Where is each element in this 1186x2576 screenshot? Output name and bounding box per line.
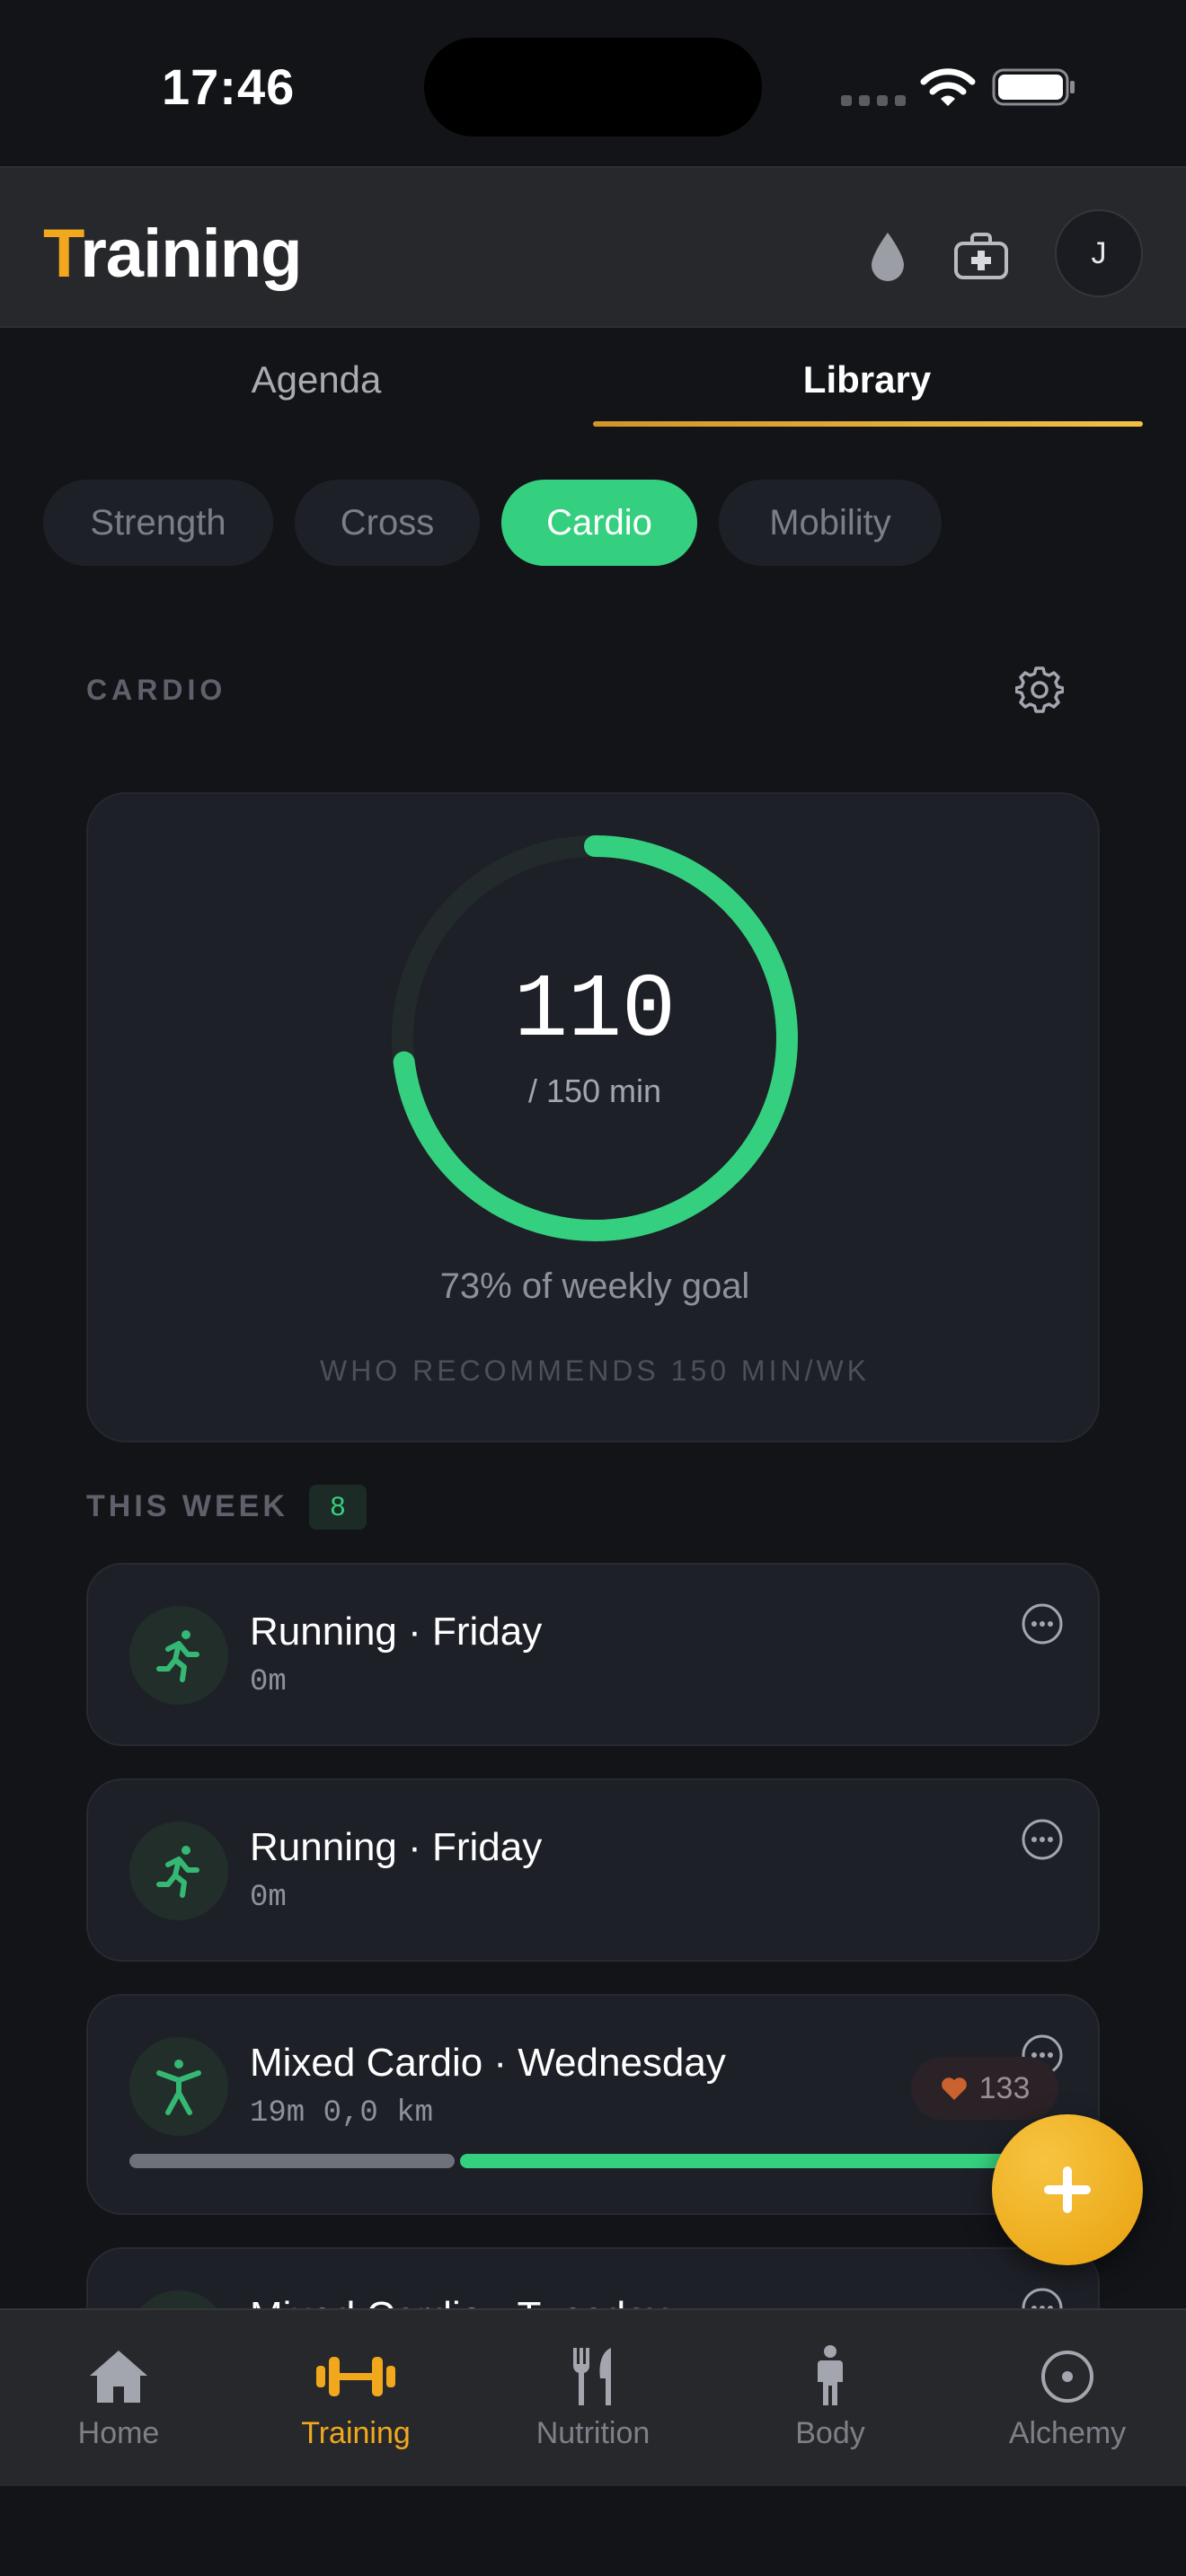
target-icon <box>1022 2341 1112 2413</box>
progress-segment-main <box>459 2154 1064 2168</box>
nav-label: Alchemy <box>1008 2416 1127 2450</box>
session-meta: 0m <box>250 1665 287 1699</box>
page-title-accent: T <box>43 216 81 292</box>
nav-item-body[interactable]: Body <box>712 2310 949 2488</box>
nav-label: Home <box>77 2416 160 2450</box>
more-options-icon[interactable] <box>1021 1602 1064 1645</box>
nav-item-alchemy[interactable]: Alchemy <box>949 2310 1186 2488</box>
filter-chip-strength[interactable]: Strength <box>43 480 273 566</box>
nav-label: Body <box>795 2416 865 2450</box>
cellular-signal-icon <box>841 95 906 106</box>
status-bar: 17:46 <box>0 0 1186 166</box>
active-tab-indicator <box>593 421 1143 427</box>
avatar[interactable]: J <box>1055 209 1143 297</box>
section-title: CARDIO <box>86 674 227 706</box>
running-icon <box>129 1606 228 1705</box>
plus-icon <box>1044 2166 1091 2213</box>
gear-icon[interactable] <box>1015 665 1064 713</box>
fork-knife-icon <box>548 2341 638 2413</box>
goal-target-text: / 150 min <box>527 1072 662 1109</box>
session-title: Running · Friday <box>250 1825 543 1869</box>
nav-item-training[interactable]: Training <box>237 2310 474 2488</box>
home-icon <box>74 2341 164 2413</box>
first-aid-kit-icon[interactable] <box>952 231 1010 281</box>
heart-rate-value: 133 <box>978 2070 1031 2105</box>
page-title: Training <box>43 215 303 293</box>
session-card[interactable]: Running · Friday 0m <box>86 1778 1100 1962</box>
dynamic-island <box>424 38 762 137</box>
heart-rate-badge: 133 <box>911 2057 1058 2120</box>
status-time: 17:46 <box>162 58 296 115</box>
nav-item-home[interactable]: Home <box>0 2310 237 2488</box>
weekly-goal-card: 110 / 150 min 73% of weekly goal WHO REC… <box>86 792 1100 1442</box>
battery-icon <box>992 68 1075 106</box>
filter-chip-cardio[interactable]: Cardio <box>501 480 697 566</box>
progress-segment-warmup <box>129 2154 455 2168</box>
app-header: Training J <box>0 166 1186 328</box>
nav-label: Training <box>301 2416 411 2450</box>
this-week-count-badge: 8 <box>309 1485 367 1530</box>
view-tabs: Agenda Library <box>0 330 1186 428</box>
session-title: Running · Friday <box>250 1610 543 1654</box>
home-indicator-area <box>0 2486 1186 2576</box>
person-icon <box>785 2341 875 2413</box>
session-title: Mixed Cardio · Wednesday <box>250 2041 726 2085</box>
add-session-button[interactable] <box>992 2114 1143 2265</box>
mixed-cardio-icon <box>129 2037 228 2136</box>
wifi-icon <box>920 68 976 106</box>
goal-percent-text: 73% of weekly goal <box>439 1266 750 1306</box>
nav-label: Nutrition <box>535 2416 651 2450</box>
session-card[interactable]: Running · Friday 0m <box>86 1563 1100 1746</box>
bottom-nav: Home Training Nutrition Body Alchemy <box>0 2308 1186 2486</box>
filter-chip-mobility[interactable]: Mobility <box>719 480 942 566</box>
heart-icon <box>941 2078 967 2100</box>
goal-recommendation-note: WHO RECOMMENDS 150 MIN/WK <box>319 1354 871 1387</box>
this-week-label: THIS WEEK <box>86 1489 288 1523</box>
water-drop-icon[interactable] <box>866 229 909 285</box>
tab-agenda[interactable]: Agenda <box>0 358 633 401</box>
session-meta: 0m <box>250 1881 287 1915</box>
nav-item-nutrition[interactable]: Nutrition <box>474 2310 712 2488</box>
filter-chip-cross[interactable]: Cross <box>295 480 480 566</box>
more-options-icon[interactable] <box>1021 1818 1064 1861</box>
session-meta: 19m 0,0 km <box>250 2096 434 2130</box>
session-progress-bar <box>129 2154 1064 2168</box>
page-title-rest: raining <box>80 216 302 292</box>
tab-library[interactable]: Library <box>593 358 1141 401</box>
session-card[interactable]: Mixed Cardio · Wednesday 19m 0,0 km 133 <box>86 1994 1100 2215</box>
goal-minutes-value: 110 <box>513 961 677 1063</box>
running-icon <box>129 1822 228 1920</box>
dumbbell-icon <box>311 2341 401 2413</box>
